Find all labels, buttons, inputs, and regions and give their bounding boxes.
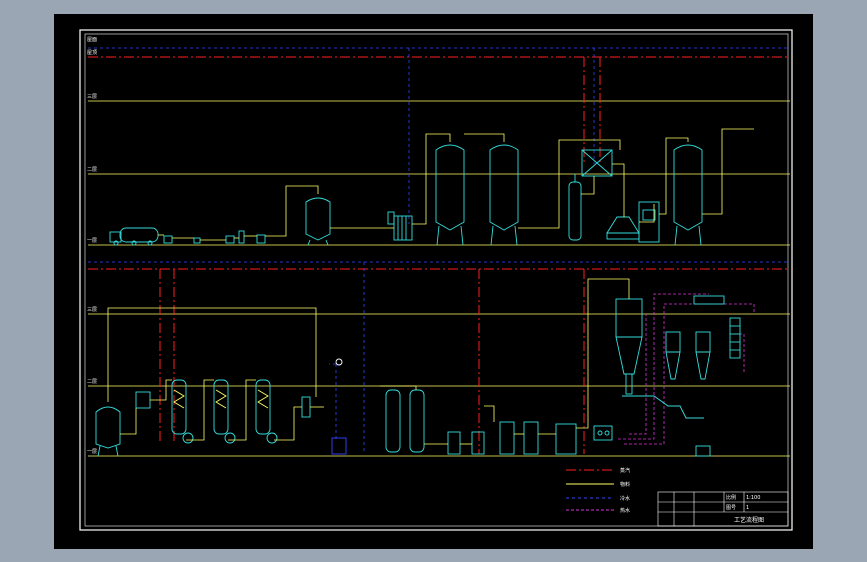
ion-exchange-column-2-icon — [409, 389, 425, 453]
floor-label-upper-f2: 二层 — [87, 167, 97, 173]
floor-label-lower-f1: 一层 — [87, 449, 97, 455]
inner-border — [84, 33, 789, 527]
crystallizer-icon — [581, 149, 613, 177]
floor-label-upper-f1: 一层 — [87, 238, 97, 244]
pump-icon — [225, 235, 235, 244]
lower-hot-water-lines — [618, 293, 755, 445]
small-tank-icon — [499, 421, 515, 455]
legend-item-material: 物料 — [566, 481, 630, 488]
storage-tank-2-icon — [489, 144, 519, 246]
title-block-scale-value: 1:100 — [746, 495, 760, 501]
small-tank-icon — [555, 423, 577, 455]
floor-label-roof-top: 屋面 — [87, 37, 97, 43]
outer-border — [79, 29, 793, 531]
legend-item-cold-water: 冷水 — [566, 495, 630, 502]
pump-icon — [135, 391, 151, 409]
floor-label-upper-roof: 屋顶 — [87, 50, 97, 56]
cone-separator-icon — [606, 216, 640, 240]
drawing-canvas[interactable]: 屋面 屋顶 三层 二层 一层 三层 二层 一层 蒸汽 物料 冷水 热水 比例 1… — [54, 14, 813, 549]
packing-machine-icon — [695, 445, 711, 457]
legend-label: 物料 — [620, 481, 630, 488]
condenser-icon — [301, 396, 311, 418]
cyclone-1-icon — [665, 331, 681, 380]
storage-tank-3-icon — [673, 144, 703, 246]
bag-filter-icon — [729, 317, 741, 359]
small-tank-icon — [523, 421, 539, 455]
pump-icon — [163, 235, 173, 244]
lower-equipment — [95, 295, 741, 457]
feed-tank-icon — [305, 197, 331, 246]
lower-floor-lines — [88, 313, 790, 457]
ion-exchange-column-1-icon — [385, 389, 401, 453]
title-block-scale-label: 比例 — [726, 494, 736, 501]
filter-icon — [193, 237, 201, 244]
heat-exchanger-icon — [387, 211, 413, 241]
floor-label-upper-f3: 三层 — [87, 94, 97, 100]
small-tank-icon — [471, 431, 485, 455]
cyclone-2-icon — [695, 331, 711, 380]
burner-icon — [593, 425, 613, 441]
tanker-truck-icon — [109, 227, 159, 246]
evaporator-2-icon — [213, 379, 236, 444]
evaporator-1-icon — [171, 379, 194, 444]
legend-item-steam: 蒸汽 — [566, 467, 630, 474]
storage-tank-1-icon — [435, 144, 465, 246]
lower-feed-tank-icon — [95, 406, 121, 457]
title-block-sheet-value: 1 — [746, 505, 749, 511]
upper-cold-water-lines — [88, 47, 790, 224]
upper-equipment — [109, 144, 703, 246]
legend-label: 热水 — [620, 507, 630, 514]
air-heater-icon — [693, 295, 725, 305]
floor-label-lower-f2: 二层 — [87, 379, 97, 385]
evaporator-3-icon — [255, 379, 278, 444]
legend: 蒸汽 物料 冷水 热水 — [566, 467, 630, 514]
floor-label-lower-f3: 三层 — [87, 307, 97, 313]
title-block-drawing-title: 工艺流程图 — [734, 516, 764, 524]
legend-label: 冷水 — [620, 495, 630, 502]
legend-label: 蒸汽 — [620, 467, 630, 474]
small-tank-icon — [447, 431, 461, 455]
title-block: 比例 1:100 图号 1 工艺流程图 — [657, 491, 789, 527]
spray-dryer-icon — [615, 298, 643, 395]
column-icon — [568, 174, 582, 241]
conveyor-icon — [622, 395, 704, 419]
filter-icon — [238, 230, 245, 244]
pump-icon — [256, 234, 266, 244]
lower-steam-lines — [88, 268, 790, 454]
lower-cold-water-lines — [88, 261, 790, 454]
title-block-sheet-label: 图号 — [726, 505, 736, 511]
legend-item-hot-water: 热水 — [566, 507, 630, 514]
vacuum-pump-icon — [331, 358, 347, 455]
